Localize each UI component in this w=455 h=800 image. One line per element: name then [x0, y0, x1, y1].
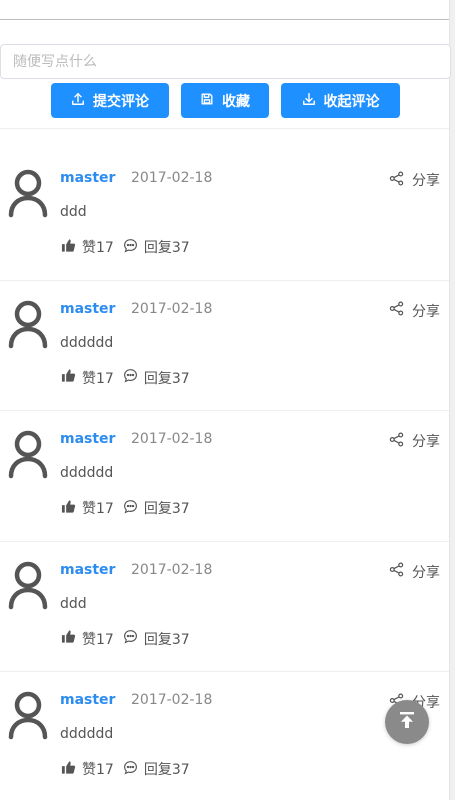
- comment-item: master 2017-02-18 分享 dddddd 赞17 回复37: [0, 411, 449, 542]
- reply-button[interactable]: 回复37: [123, 368, 190, 388]
- comment-date: 2017-02-18: [131, 692, 213, 708]
- thumbs-up-icon: [61, 368, 76, 387]
- share-button[interactable]: 分享: [389, 170, 440, 190]
- comment-content: ddd: [60, 595, 87, 612]
- comment-content: ddd: [60, 204, 87, 220]
- comment-username[interactable]: master: [60, 301, 115, 317]
- thumbs-up-icon: [61, 238, 76, 257]
- comment-username[interactable]: master: [60, 562, 115, 578]
- save-icon: [200, 92, 214, 110]
- share-icon: [389, 171, 404, 190]
- comment-item: master 2017-02-18 分享 dddddd 赞17 回复37: [0, 672, 449, 800]
- share-label: 分享: [412, 434, 440, 450]
- comment-content: dddddd: [60, 334, 114, 351]
- like-count: 赞17: [82, 762, 114, 778]
- reply-count: 回复37: [143, 240, 190, 256]
- share-icon: [389, 432, 404, 451]
- collapse-comments-label: 收起评论: [323, 93, 380, 110]
- comment-content: dddddd: [60, 465, 114, 481]
- like-count: 赞17: [82, 370, 114, 387]
- chat-bubble-icon: [123, 238, 138, 257]
- reply-button[interactable]: 回复37: [123, 237, 190, 257]
- thumbs-up-icon: [61, 499, 76, 518]
- page-scrollbar[interactable]: [449, 0, 455, 800]
- like-count: 赞17: [82, 631, 114, 648]
- like-count: 赞17: [82, 501, 114, 517]
- chat-bubble-icon: [123, 368, 138, 387]
- comment-actions: 赞17 回复37: [61, 759, 199, 779]
- collapse-comments-button[interactable]: 收起评论: [281, 83, 400, 118]
- top-header-bar: [0, 0, 450, 20]
- user-avatar-icon[interactable]: [8, 560, 48, 610]
- comment-date: 2017-02-18: [131, 561, 213, 578]
- like-button[interactable]: 赞17: [61, 629, 114, 649]
- like-button[interactable]: 赞17: [61, 237, 114, 257]
- comment-input[interactable]: [0, 44, 451, 79]
- reply-count: 回复37: [143, 631, 190, 648]
- thumbs-up-icon: [61, 629, 76, 648]
- upload-icon: [71, 92, 85, 110]
- comment-actions: 赞17 回复37: [61, 498, 199, 518]
- reply-count: 回复37: [143, 762, 190, 778]
- comment-actions: 赞17 回复37: [61, 368, 199, 388]
- like-button[interactable]: 赞17: [61, 498, 114, 518]
- like-button[interactable]: 赞17: [61, 368, 114, 388]
- reply-count: 回复37: [143, 370, 190, 387]
- chat-bubble-icon: [123, 760, 138, 779]
- share-label: 分享: [412, 303, 440, 320]
- share-button[interactable]: 分享: [389, 562, 440, 582]
- share-icon: [389, 301, 404, 320]
- comment-username[interactable]: master: [60, 431, 115, 447]
- comment-actions: 赞17 回复37: [61, 237, 199, 257]
- comment-item: master 2017-02-18 分享 ddd 赞17 回复37: [0, 150, 449, 281]
- user-avatar-icon[interactable]: [8, 429, 48, 479]
- reply-button[interactable]: 回复37: [123, 629, 190, 649]
- like-button[interactable]: 赞17: [61, 759, 114, 779]
- comment-date: 2017-02-18: [131, 170, 213, 186]
- reply-count: 回复37: [143, 501, 190, 517]
- comment-username[interactable]: master: [60, 692, 115, 708]
- share-button[interactable]: 分享: [389, 431, 440, 451]
- chat-bubble-icon: [123, 499, 138, 518]
- back-to-top-button[interactable]: [385, 700, 429, 744]
- thumbs-up-icon: [61, 760, 76, 779]
- submit-comment-label: 提交评论: [93, 93, 149, 110]
- comment-item: master 2017-02-18 分享 dddddd 赞17 回复37: [0, 281, 449, 411]
- user-avatar-icon[interactable]: [8, 299, 48, 349]
- comment-date: 2017-02-18: [131, 431, 213, 447]
- reply-button[interactable]: 回复37: [123, 498, 190, 518]
- user-avatar-icon[interactable]: [8, 690, 48, 740]
- chat-bubble-icon: [123, 629, 138, 648]
- comment-actions: 赞17 回复37: [61, 629, 199, 649]
- share-label: 分享: [412, 564, 440, 581]
- comment-date: 2017-02-18: [131, 300, 213, 317]
- comment-item: master 2017-02-18 分享 ddd 赞17 回复37: [0, 542, 449, 672]
- share-button[interactable]: 分享: [389, 301, 440, 321]
- comment-username[interactable]: master: [60, 170, 115, 186]
- like-count: 赞17: [82, 240, 114, 256]
- favorite-button[interactable]: 收藏: [181, 83, 269, 118]
- comment-list: master 2017-02-18 分享 ddd 赞17 回复37 master…: [0, 150, 449, 800]
- submit-comment-button[interactable]: 提交评论: [51, 83, 169, 118]
- share-icon: [389, 562, 404, 581]
- download-icon: [302, 92, 316, 110]
- comment-content: dddddd: [60, 726, 114, 742]
- user-avatar-icon[interactable]: [8, 168, 48, 218]
- share-label: 分享: [412, 173, 440, 189]
- back-to-top-icon: [397, 710, 417, 734]
- toolbar-divider: [0, 128, 449, 129]
- reply-button[interactable]: 回复37: [123, 759, 190, 779]
- favorite-label: 收藏: [222, 93, 250, 110]
